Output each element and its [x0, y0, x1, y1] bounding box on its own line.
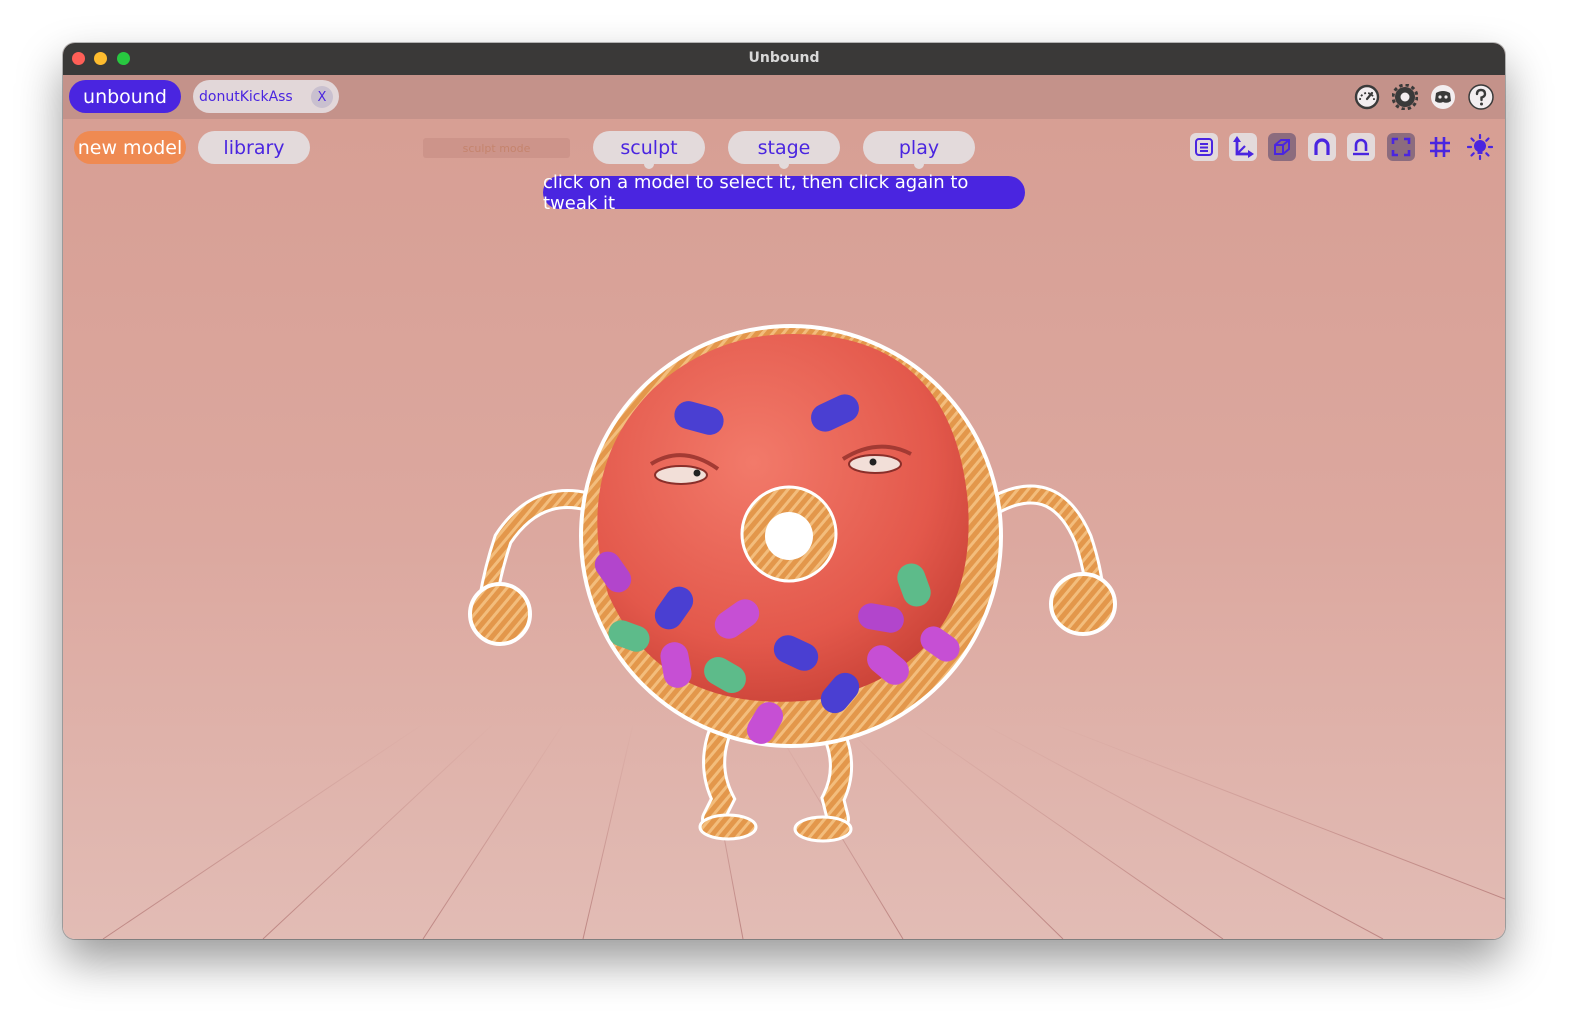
3d-viewport[interactable] — [63, 119, 1505, 939]
file-tab[interactable]: donutKickAss X — [193, 80, 339, 113]
brand-button[interactable]: unbound — [69, 80, 181, 113]
help-icon[interactable] — [1468, 84, 1494, 110]
performance-gauge-icon[interactable] — [1354, 84, 1380, 110]
donut-model[interactable] — [468, 324, 1117, 843]
top-bar: unbound donutKickAss X — [63, 75, 1505, 119]
app-window: Unbound unbound donutKickAss X new model… — [63, 43, 1505, 939]
file-tab-name: donutKickAss — [199, 88, 293, 105]
discord-icon[interactable] — [1430, 84, 1456, 110]
window-title: Unbound — [748, 50, 820, 66]
settings-gear-icon[interactable] — [1392, 84, 1418, 110]
ground-grid — [63, 723, 1505, 939]
close-file-button[interactable]: X — [311, 86, 333, 108]
title-bar: Unbound — [63, 43, 1505, 76]
